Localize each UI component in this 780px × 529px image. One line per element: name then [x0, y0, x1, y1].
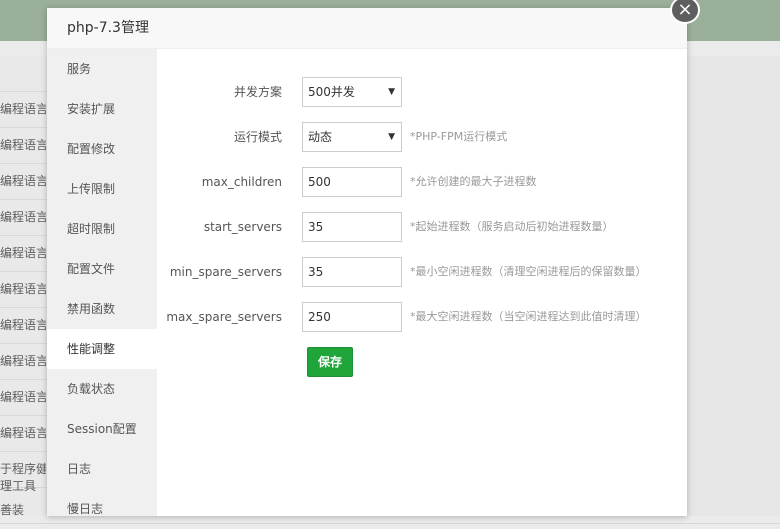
run-mode-select[interactable]: 动态 ▼ [302, 122, 402, 152]
row-text: 编程语言 [0, 354, 46, 368]
row-text: 编程语言 [0, 318, 46, 332]
row-text: 编程语言 [0, 174, 46, 188]
sidebar-item-disabled-functions[interactable]: 禁用函数 [47, 289, 157, 329]
sidebar-item-logs[interactable]: 日志 [47, 449, 157, 489]
concurrency-label: 并发方案 [233, 85, 282, 99]
dialog-sidebar: 服务 安装扩展 配置修改 上传限制 超时限制 配置文件 禁用函数 性能调整 负载… [47, 49, 157, 516]
form-row-max-spare-servers: max_spare_servers 250 *最大空闲进程数（当空闲进程达到此值… [157, 302, 687, 332]
row-text: 编程语言 [0, 210, 46, 224]
form-row-run-mode: 运行模式 动态 ▼ *PHP-FPM运行模式 [157, 122, 687, 152]
row-text: 编程语言 [0, 390, 46, 404]
row-text: 编程语言 [0, 246, 46, 260]
sidebar-item-slow-log[interactable]: 慢日志 [47, 489, 157, 529]
start-servers-input[interactable]: 35 [302, 212, 402, 242]
max-spare-servers-label: max_spare_servers [166, 310, 282, 324]
save-button[interactable]: 保存 [307, 347, 353, 377]
start-servers-hint: *起始进程数（服务启动后初始进程数量） [410, 220, 614, 233]
sidebar-item-timeout-limit[interactable]: 超时限制 [47, 209, 157, 249]
run-mode-value: 动态 [308, 130, 333, 144]
sidebar-item-config-edit[interactable]: 配置修改 [47, 129, 157, 169]
caret-down-icon: ▼ [388, 132, 395, 142]
row-text: 编程语言 [0, 282, 46, 296]
caret-down-icon: ▼ [388, 87, 395, 97]
row-text: 编程语言 [0, 426, 46, 440]
row-text: 编程语言 [0, 102, 46, 116]
concurrency-value: 500并发 [308, 85, 355, 99]
sidebar-item-install-extensions[interactable]: 安装扩展 [47, 89, 157, 129]
run-mode-label: 运行模式 [233, 130, 282, 144]
form-row-max-children: max_children 500 *允许创建的最大子进程数 [157, 167, 687, 197]
concurrency-select[interactable]: 500并发 ▼ [302, 77, 402, 107]
php-manage-dialog: php-7.3管理 服务 安装扩展 配置修改 上传限制 超时限制 配置文件 禁用… [47, 8, 687, 516]
max-spare-servers-hint: *最大空闲进程数（当空闲进程达到此值时清理） [410, 310, 647, 323]
form-row-concurrency: 并发方案 500并发 ▼ [157, 77, 687, 107]
sidebar-item-service[interactable]: 服务 [47, 49, 157, 89]
dialog-title: php-7.3管理 [47, 8, 687, 49]
min-spare-servers-hint: *最小空闲进程数（清理空闲进程后的保留数量） [410, 265, 647, 278]
max-spare-servers-input[interactable]: 250 [302, 302, 402, 332]
max-children-label: max_children [201, 175, 282, 189]
sidebar-item-load-status[interactable]: 负载状态 [47, 369, 157, 409]
row-text: 理工具 [0, 479, 37, 493]
sidebar-item-session-config[interactable]: Session配置 [47, 409, 157, 449]
row-text: 编程语言 [0, 138, 46, 152]
max-children-hint: *允许创建的最大子进程数 [410, 175, 537, 188]
start-servers-label: start_servers [203, 220, 282, 234]
min-spare-servers-input[interactable]: 35 [302, 257, 402, 287]
sidebar-item-upload-limit[interactable]: 上传限制 [47, 169, 157, 209]
max-children-input[interactable]: 500 [302, 167, 402, 197]
form-row-start-servers: start_servers 35 *起始进程数（服务启动后初始进程数量） [157, 212, 687, 242]
form-row-min-spare-servers: min_spare_servers 35 *最小空闲进程数（清理空闲进程后的保留… [157, 257, 687, 287]
sidebar-item-performance-tuning[interactable]: 性能调整 [47, 329, 157, 369]
row-text: 于程序健 [0, 462, 46, 476]
run-mode-hint: *PHP-FPM运行模式 [410, 130, 508, 143]
min-spare-servers-label: min_spare_servers [169, 265, 282, 279]
background-right-panel [687, 56, 780, 516]
sidebar-item-config-file[interactable]: 配置文件 [47, 249, 157, 289]
performance-form: 并发方案 500并发 ▼ 运行模式 动态 ▼ *PHP-FPM运行模式 max_… [157, 49, 687, 516]
